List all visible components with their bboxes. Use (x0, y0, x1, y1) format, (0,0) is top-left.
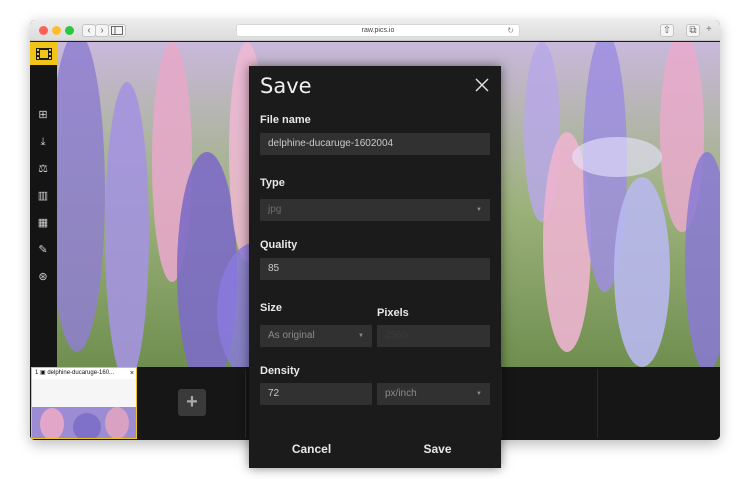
thumbnail-caption: 1 ▣ delphine-ducaruge-160... (32, 368, 136, 379)
size-select[interactable]: As original ▼ (260, 325, 372, 347)
download-icon[interactable]: ⤓ (36, 135, 50, 149)
type-label: Type (260, 177, 285, 189)
chevron-down-icon: ▼ (476, 207, 482, 213)
close-icon[interactable] (475, 78, 489, 92)
zoom-window-button[interactable] (65, 26, 74, 35)
adjust-icon[interactable]: ⚖ (36, 162, 50, 176)
address-bar[interactable]: raw.pics.io ↻ (236, 24, 520, 37)
sidebar-toggle-button[interactable] (108, 24, 126, 37)
empty-film-slot (501, 369, 596, 438)
density-unit-value: px/inch (385, 388, 417, 399)
save-button[interactable]: Save (405, 442, 470, 456)
quality-label: Quality (260, 239, 298, 251)
file-name-value: delphine-ducaruge-1602004 (268, 138, 394, 149)
file-name-label: File name (260, 114, 311, 126)
back-button[interactable]: ‹ (82, 24, 96, 37)
add-image-button[interactable]: + (178, 389, 206, 416)
pencil-icon[interactable]: ✎ (36, 243, 50, 257)
film-logo-icon (35, 47, 52, 60)
cancel-button[interactable]: Cancel (279, 442, 344, 456)
size-value: As original (268, 330, 315, 341)
density-unit-select[interactable]: px/inch ▼ (377, 383, 490, 405)
empty-film-slot (597, 369, 692, 438)
share-icon[interactable]: ⊛ (36, 270, 50, 284)
pixels-value: 2560 (385, 330, 408, 341)
quality-input[interactable]: 85 (260, 258, 490, 280)
film-thumbnail[interactable]: 1 ▣ delphine-ducaruge-160... × (31, 367, 137, 439)
density-input[interactable]: 72 (260, 383, 372, 405)
quality-value: 85 (268, 263, 280, 274)
browser-titlebar: ‹ › raw.pics.io ↻ ⇧ ⧉ + (30, 20, 720, 41)
chevron-down-icon: ▼ (358, 333, 364, 339)
chevron-down-icon: ▼ (476, 391, 482, 397)
compare-icon[interactable]: ▥ (36, 189, 50, 203)
file-name-input[interactable]: delphine-ducaruge-1602004 (260, 133, 490, 155)
density-value: 72 (268, 388, 280, 399)
pixels-input[interactable]: 2560 (377, 325, 490, 347)
share-button[interactable]: ⇧ (660, 24, 674, 37)
dialog-title: Save (260, 74, 312, 98)
close-window-button[interactable] (39, 26, 48, 35)
density-label: Density (260, 365, 300, 377)
thumbnail-close-icon[interactable]: × (130, 368, 134, 379)
add-image-icon[interactable]: ⊞ (36, 108, 50, 122)
thumbnail-image (32, 379, 136, 438)
type-value: jpg (268, 204, 282, 215)
url-text: raw.pics.io (361, 27, 395, 34)
thumbnail-label: 1 ▣ delphine-ducaruge-160... (35, 370, 115, 376)
minimize-window-button[interactable] (52, 26, 61, 35)
show-tabs-button[interactable]: ⧉ (686, 24, 700, 37)
new-tab-button[interactable]: + (706, 24, 712, 35)
reload-icon[interactable]: ↻ (507, 25, 514, 36)
type-select[interactable]: jpg ▼ (260, 199, 490, 221)
save-dialog: Save File name delphine-ducaruge-1602004… (249, 66, 501, 468)
forward-button[interactable]: › (95, 24, 109, 37)
grid-icon[interactable]: ▦ (36, 216, 50, 230)
film-icon[interactable] (30, 42, 57, 65)
size-label: Size (260, 302, 283, 314)
thumbnail-photo (32, 379, 136, 438)
pixels-label: Pixels (377, 307, 409, 319)
sidebar-icon (111, 26, 123, 35)
